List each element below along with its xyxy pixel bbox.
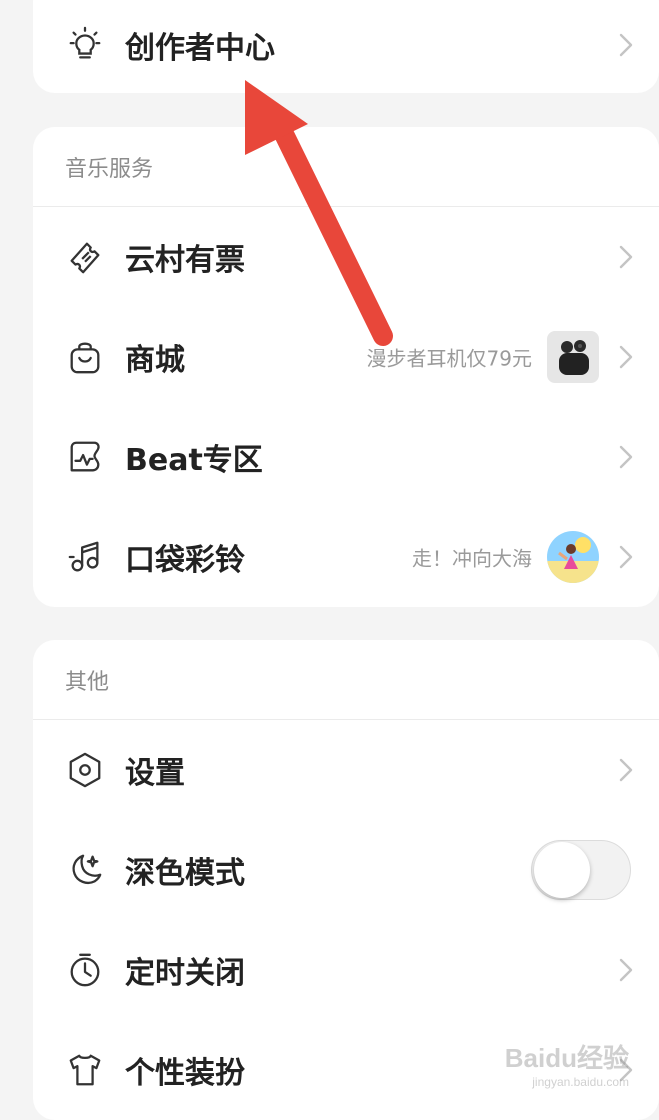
settings-hexagon-icon bbox=[65, 750, 105, 790]
menu-item-label: 定时关闭 bbox=[125, 956, 245, 991]
moon-icon bbox=[65, 850, 105, 890]
ticket-icon bbox=[65, 237, 105, 277]
menu-item-label: 口袋彩铃 bbox=[125, 543, 245, 578]
lightbulb-icon bbox=[65, 25, 105, 65]
earbuds-thumbnail bbox=[547, 331, 599, 383]
music-note-icon bbox=[65, 537, 105, 577]
creator-center-label: 创作者中心 bbox=[125, 31, 275, 66]
beach-avatar bbox=[547, 531, 599, 583]
tshirt-icon bbox=[65, 1050, 105, 1090]
chevron-right-icon bbox=[617, 442, 635, 472]
watermark-sub: jingyan.baidu.com bbox=[532, 1075, 629, 1089]
baidu-watermark: Baidu经验 jingyan.baidu.com bbox=[505, 1038, 629, 1089]
chevron-right-icon bbox=[617, 242, 635, 272]
ringtone-song-text: 走！冲向大海 bbox=[412, 546, 532, 571]
menu-item-timer[interactable]: 定时关闭 bbox=[33, 920, 659, 1020]
shopping-bag-icon bbox=[65, 337, 105, 377]
menu-item-label: 云村有票 bbox=[125, 243, 245, 278]
chevron-right-icon bbox=[617, 30, 635, 60]
timer-icon bbox=[65, 950, 105, 990]
music-services-card: 音乐服务 云村有票 商城 漫步者耳机仅79元 Beat专区 口袋彩铃 走！冲向大… bbox=[33, 127, 659, 607]
chevron-right-icon bbox=[617, 955, 635, 985]
menu-item-settings[interactable]: 设置 bbox=[33, 720, 659, 820]
mall-promo-text: 漫步者耳机仅79元 bbox=[366, 346, 532, 371]
toggle-knob bbox=[534, 842, 590, 898]
chevron-right-icon bbox=[617, 542, 635, 572]
chevron-right-icon bbox=[617, 755, 635, 785]
section-title-other: 其他 bbox=[33, 640, 659, 720]
menu-item-ringtone[interactable]: 口袋彩铃 走！冲向大海 bbox=[33, 507, 659, 607]
dark-mode-toggle[interactable] bbox=[531, 840, 631, 900]
menu-item-label: 设置 bbox=[125, 756, 185, 791]
menu-item-label: 深色模式 bbox=[125, 856, 245, 891]
watermark-main: Baidu经验 bbox=[504, 1043, 629, 1073]
menu-item-label: Beat专区 bbox=[125, 443, 263, 478]
menu-item-ticket[interactable]: 云村有票 bbox=[33, 207, 659, 307]
menu-item-dark-mode: 深色模式 bbox=[33, 820, 659, 920]
chevron-right-icon bbox=[617, 342, 635, 372]
beat-pulse-icon bbox=[65, 437, 105, 477]
creator-center-row[interactable]: 创作者中心 bbox=[33, 0, 659, 95]
creator-center-card: 创作者中心 bbox=[33, 0, 659, 93]
section-title-music: 音乐服务 bbox=[33, 127, 659, 207]
menu-item-label: 个性装扮 bbox=[125, 1056, 245, 1091]
menu-item-label: 商城 bbox=[125, 343, 185, 378]
menu-item-mall[interactable]: 商城 漫步者耳机仅79元 bbox=[33, 307, 659, 407]
menu-item-beat[interactable]: Beat专区 bbox=[33, 407, 659, 507]
